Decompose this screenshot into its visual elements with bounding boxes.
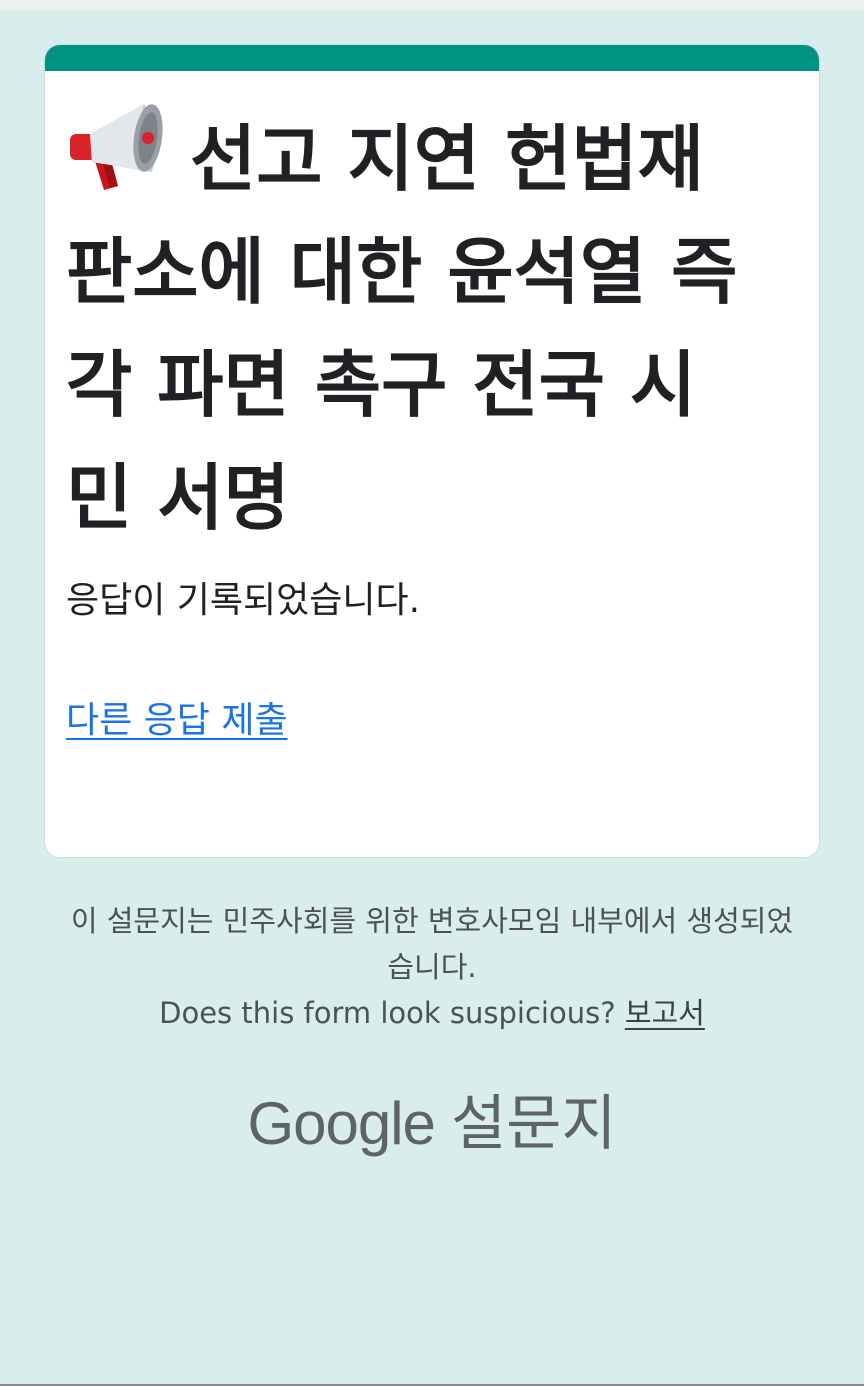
form-footer: 이 설문지는 민주사회를 위한 변호사모임 내부에서 생성되었습니다. Does…	[60, 898, 804, 1036]
suspicious-question: Does this form look suspicious?	[159, 996, 616, 1030]
google-wordmark: Google	[247, 1090, 435, 1157]
form-title: 선고 지연 헌법재판소에 대한 윤석열 즉각 파면 촉구 전국 시민 서명	[66, 100, 756, 555]
card-accent-bar	[45, 45, 819, 71]
report-link[interactable]: 보고서	[625, 996, 705, 1030]
megaphone-icon	[66, 100, 170, 198]
submit-another-response-link[interactable]: 다른 응답 제출	[66, 694, 288, 748]
confirmation-message: 응답이 기록되었습니다.	[66, 580, 421, 621]
status-bar-strip	[0, 0, 864, 10]
created-by-text: 이 설문지는 민주사회를 위한 변호사모임 내부에서 생성되었습니다.	[70, 904, 794, 984]
forms-wordmark: 설문지	[450, 1089, 617, 1159]
google-forms-logo[interactable]: Google 설문지	[0, 1084, 864, 1164]
suspicious-line: Does this form look suspicious? 보고서	[60, 990, 804, 1036]
